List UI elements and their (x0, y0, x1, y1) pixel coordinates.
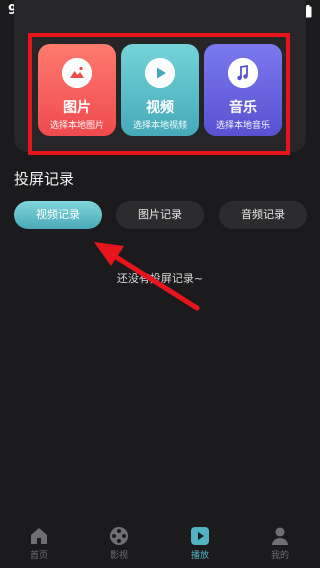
film-reel-icon (110, 527, 128, 545)
home-icon (31, 528, 47, 544)
screen: 9:07 (0, 0, 320, 568)
nav-film[interactable]: 影视 (89, 526, 149, 561)
nav-profile[interactable]: 我的 (250, 526, 310, 561)
nav-play-label: 播放 (190, 551, 209, 561)
bottom-nav: 首页 影视 播放 我的 (0, 520, 320, 568)
nav-film-label: 影视 (109, 551, 128, 561)
nav-home[interactable]: 首页 (9, 526, 69, 561)
nav-play[interactable]: 播放 (170, 526, 230, 561)
nav-home-label: 首页 (29, 551, 48, 561)
play-square-icon (191, 527, 209, 545)
annotation-arrow (94, 242, 200, 311)
nav-profile-label: 我的 (270, 551, 289, 561)
person-icon (272, 527, 288, 545)
